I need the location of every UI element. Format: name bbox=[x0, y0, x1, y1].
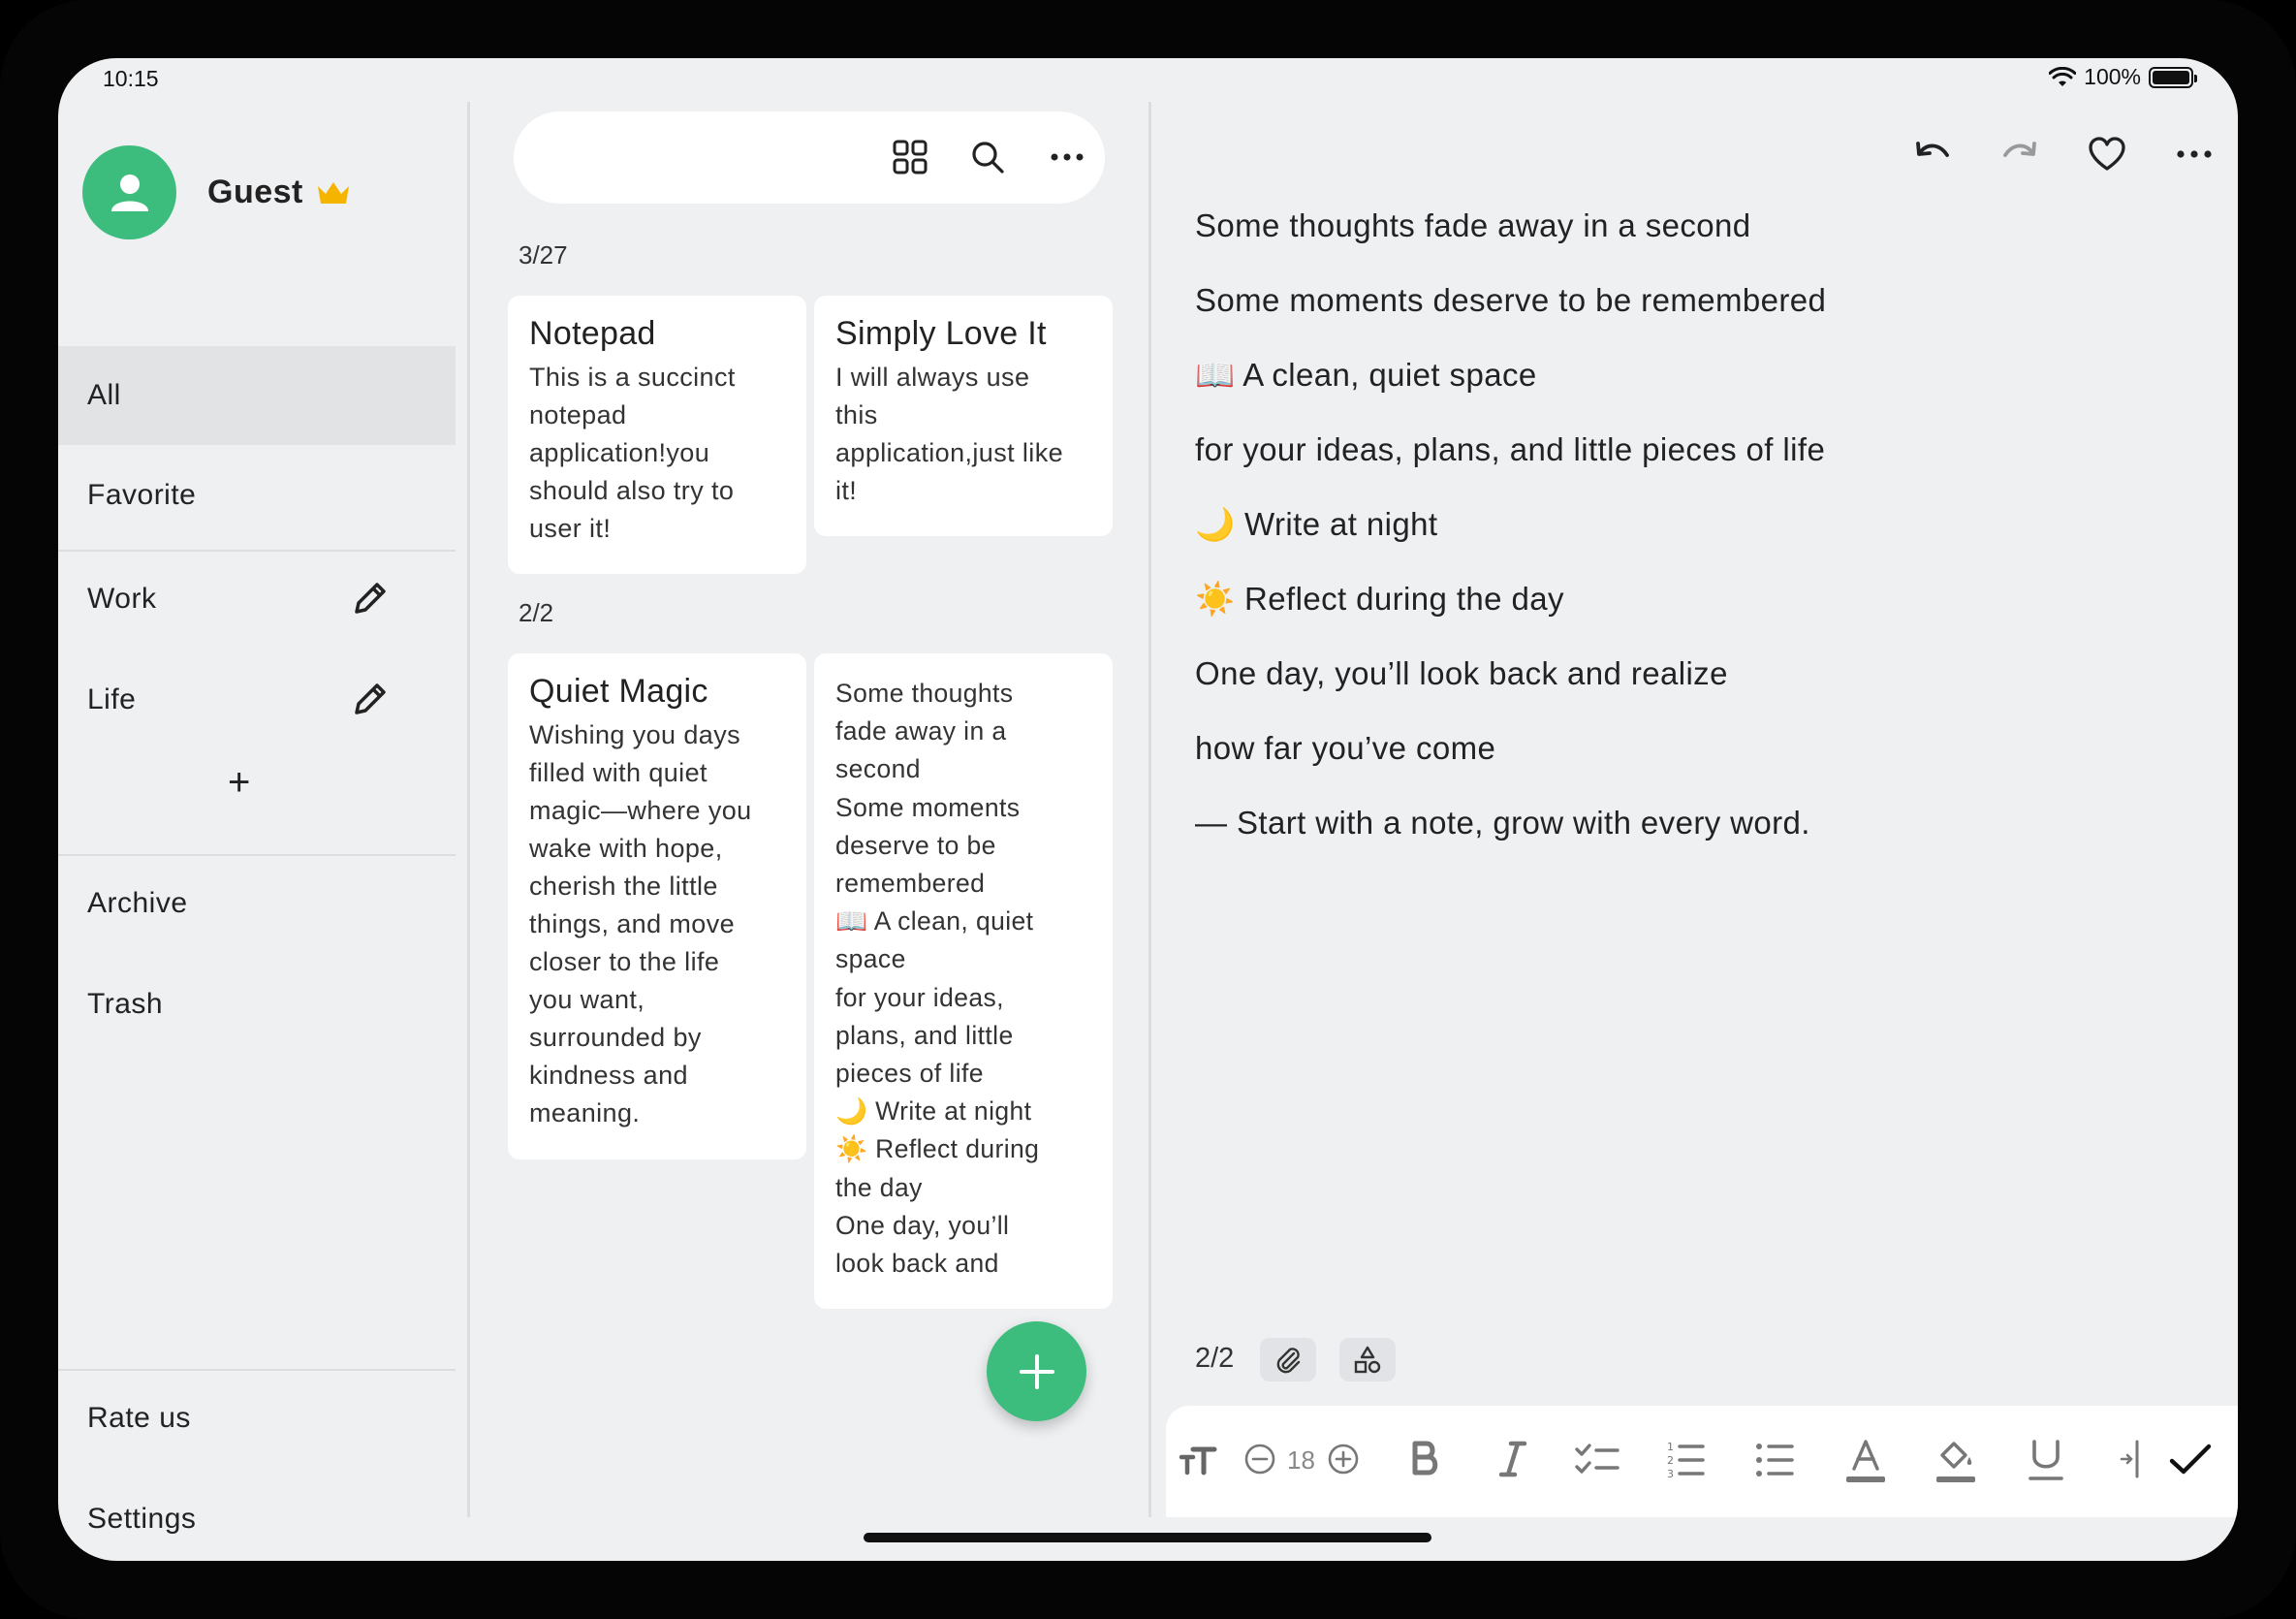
editor-line: One day, you’ll look back and realize bbox=[1195, 655, 1728, 691]
underline-icon[interactable] bbox=[2025, 1438, 2067, 1484]
battery-icon bbox=[2149, 66, 2197, 88]
note-title: Notepad bbox=[529, 315, 656, 352]
note-preview: I will always use this application,just … bbox=[835, 363, 1064, 505]
note-card[interactable]: Simply Love It I will always use this ap… bbox=[814, 296, 1113, 536]
date-group-label: 3/27 bbox=[519, 240, 568, 270]
note-preview: Some thoughts fade away in a second Some… bbox=[835, 679, 1040, 1279]
undo-icon[interactable] bbox=[1912, 134, 1953, 175]
sidebar-item-rate-us[interactable]: Rate us bbox=[58, 1369, 456, 1468]
highlight-icon[interactable] bbox=[1934, 1438, 1977, 1484]
note-editor[interactable]: Some thoughts fade away in a second Some… bbox=[1195, 208, 2164, 880]
svg-text:2: 2 bbox=[1667, 1454, 1674, 1467]
editor-line: for your ideas, plans, and little pieces… bbox=[1195, 431, 1826, 467]
plus-circle-icon[interactable] bbox=[1327, 1443, 1360, 1476]
sidebar-item-life[interactable]: Life bbox=[58, 651, 456, 749]
sidebar-item-archive[interactable]: Archive bbox=[58, 854, 456, 953]
sidebar-item-work[interactable]: Work bbox=[58, 550, 456, 649]
text-size-icon[interactable] bbox=[1178, 1438, 1220, 1480]
shapes-button[interactable] bbox=[1339, 1338, 1396, 1381]
italic-icon[interactable] bbox=[1494, 1438, 1532, 1480]
pane-divider bbox=[1148, 102, 1151, 1517]
avatar[interactable] bbox=[82, 145, 176, 239]
note-card[interactable]: Some thoughts fade away in a second Some… bbox=[814, 653, 1113, 1309]
svg-text:1: 1 bbox=[1667, 1441, 1674, 1453]
text-color-icon[interactable] bbox=[1844, 1438, 1887, 1484]
editor-line: ☀️ Reflect during the day bbox=[1195, 581, 1564, 617]
editor-line: how far you’ve come bbox=[1195, 730, 1496, 766]
note-preview: This is a succinct notepad application!y… bbox=[529, 363, 736, 543]
sidebar-item-label: Life bbox=[87, 683, 137, 715]
wifi-icon bbox=[2049, 66, 2077, 86]
sidebar-item-all[interactable]: All bbox=[58, 346, 456, 445]
attachment-button[interactable] bbox=[1260, 1338, 1316, 1381]
search-icon[interactable] bbox=[969, 139, 1006, 175]
home-indicator[interactable] bbox=[864, 1533, 1431, 1542]
status-indicators: 100% bbox=[2049, 64, 2197, 90]
app-screen: 10:15 100% Guest All Favorite Work Life … bbox=[58, 58, 2238, 1561]
sidebar-item-label: Archive bbox=[87, 887, 188, 919]
sidebar-item-label: Favorite bbox=[87, 479, 197, 511]
redo-icon[interactable] bbox=[1999, 134, 2040, 175]
pencil-icon[interactable] bbox=[351, 680, 390, 718]
bullet-list-icon[interactable] bbox=[1753, 1438, 1796, 1480]
sidebar-item-label: Trash bbox=[87, 988, 164, 1020]
more-icon[interactable] bbox=[1049, 139, 1085, 175]
check-icon[interactable] bbox=[2168, 1438, 2213, 1480]
sidebar-item-trash[interactable]: Trash bbox=[58, 955, 456, 1054]
shapes-icon bbox=[1354, 1346, 1381, 1373]
editor-line: 📖 A clean, quiet space bbox=[1195, 357, 1537, 393]
numbered-list-icon[interactable]: 1 2 3 bbox=[1664, 1438, 1707, 1480]
font-size-value: 18 bbox=[1287, 1445, 1315, 1475]
add-note-button[interactable] bbox=[987, 1321, 1086, 1421]
bold-icon[interactable] bbox=[1405, 1438, 1444, 1480]
note-card[interactable]: Notepad This is a succinct notepad appli… bbox=[508, 296, 806, 574]
status-time: 10:15 bbox=[103, 66, 159, 91]
list-toolbar bbox=[514, 111, 1105, 204]
date-group-label: 2/2 bbox=[519, 598, 554, 627]
pencil-icon[interactable] bbox=[351, 579, 390, 618]
note-title: Quiet Magic bbox=[529, 673, 708, 710]
checklist-icon[interactable] bbox=[1573, 1438, 1621, 1480]
add-folder-button[interactable]: + bbox=[228, 761, 250, 805]
paperclip-icon bbox=[1276, 1347, 1301, 1373]
battery-percent: 100% bbox=[2084, 64, 2141, 89]
username: Guest bbox=[207, 174, 303, 210]
user-icon bbox=[110, 174, 148, 211]
heart-icon[interactable] bbox=[2087, 134, 2127, 175]
more-icon[interactable] bbox=[2174, 134, 2215, 175]
tablet-frame: 10:15 100% Guest All Favorite Work Life … bbox=[0, 0, 2296, 1619]
editor-line: — Start with a note, grow with every wor… bbox=[1195, 805, 1810, 841]
note-title: Simply Love It bbox=[835, 315, 1047, 352]
editor-line: 🌙 Write at night bbox=[1195, 506, 1438, 542]
editor-line: Some thoughts fade away in a second bbox=[1195, 207, 1751, 243]
grid-view-icon[interactable] bbox=[892, 139, 928, 175]
editor-line: Some moments deserve to be remembered bbox=[1195, 282, 1827, 318]
sidebar-item-label: All bbox=[87, 379, 121, 411]
sidebar-item-label: Rate us bbox=[87, 1402, 191, 1434]
plus-icon bbox=[1019, 1353, 1054, 1389]
formatting-toolbar: 18 1 2 3 bbox=[1166, 1406, 2238, 1517]
sidebar: Guest All Favorite Work Life + Archive T… bbox=[58, 102, 456, 1561]
sidebar-item-settings[interactable]: Settings bbox=[58, 1470, 456, 1561]
indent-icon[interactable] bbox=[2116, 1438, 2145, 1480]
profile[interactable]: Guest bbox=[82, 145, 352, 239]
sidebar-item-label: Settings bbox=[87, 1503, 197, 1535]
minus-circle-icon[interactable] bbox=[1243, 1443, 1276, 1476]
pane-divider bbox=[467, 102, 470, 1517]
note-count: 2/2 bbox=[1195, 1343, 1235, 1374]
note-card[interactable]: Quiet Magic Wishing you days filled with… bbox=[508, 653, 806, 1159]
svg-text:3: 3 bbox=[1667, 1468, 1674, 1480]
note-preview: Wishing you days filled with quiet magic… bbox=[529, 720, 752, 1127]
sidebar-item-label: Work bbox=[87, 583, 157, 615]
crown-icon bbox=[317, 181, 349, 204]
sidebar-item-favorite[interactable]: Favorite bbox=[58, 446, 456, 545]
